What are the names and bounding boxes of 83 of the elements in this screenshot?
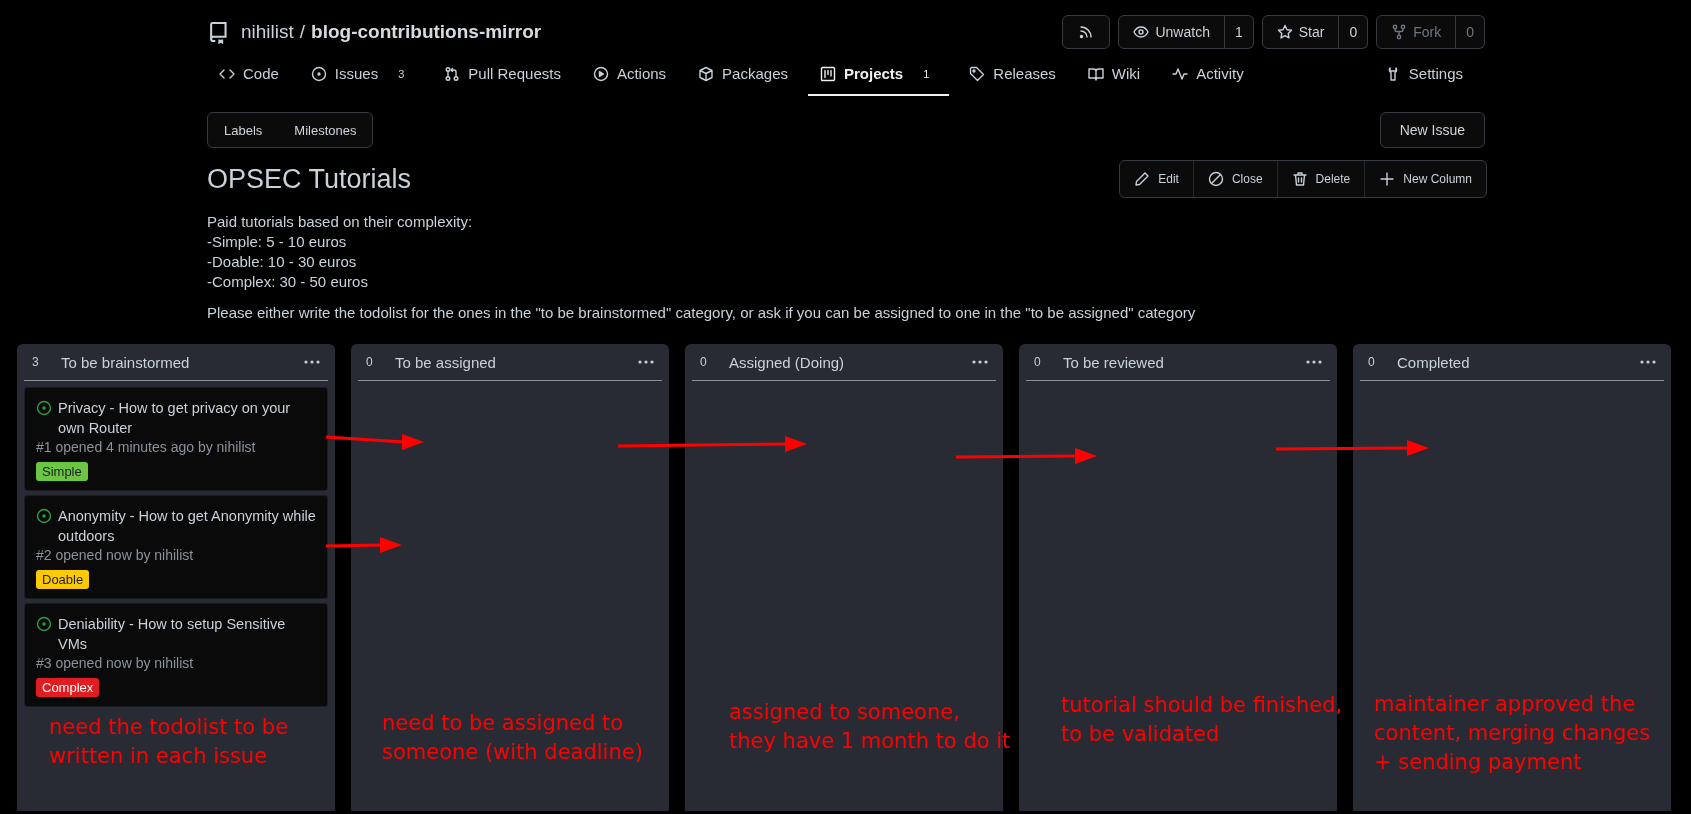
new-issue-button[interactable]: New Issue bbox=[1379, 112, 1485, 148]
column-count: 0 bbox=[700, 355, 708, 369]
eye-icon bbox=[1133, 24, 1150, 40]
more-icon[interactable] bbox=[638, 360, 654, 364]
nav-tab[interactable]: Releases bbox=[957, 53, 1068, 96]
counter: 0 bbox=[1456, 15, 1485, 49]
project-action-button[interactable]: Delete bbox=[1277, 161, 1366, 197]
column-count: 0 bbox=[1368, 355, 1376, 369]
column-title: To be reviewed bbox=[1063, 353, 1165, 371]
project-icon bbox=[820, 65, 836, 82]
play-icon bbox=[592, 65, 609, 82]
column-title: To be brainstormed bbox=[61, 353, 191, 371]
issue-meta: #3 opened now by nihilist bbox=[36, 655, 195, 671]
annotation-text: need to be assigned to someone (with deadline) bbox=[382, 710, 643, 766]
tag-icon bbox=[969, 65, 986, 82]
cancel-icon bbox=[1207, 171, 1224, 187]
path-separator: / bbox=[299, 21, 306, 43]
counter: 0 bbox=[1339, 15, 1369, 49]
nav-tab[interactable]: Issues 3 bbox=[298, 53, 425, 96]
fork-icon bbox=[1391, 24, 1408, 40]
repo-name[interactable]: blog-contributions-mirror bbox=[311, 21, 542, 43]
trash-icon bbox=[1291, 171, 1308, 187]
more-icon[interactable] bbox=[972, 360, 988, 364]
issue-title[interactable]: Privacy - How to get privacy on your own Router bbox=[58, 398, 317, 438]
issue-meta: #2 opened now by nihilist bbox=[36, 547, 195, 563]
star-icon bbox=[1276, 24, 1293, 40]
issue-label: Complex bbox=[36, 678, 100, 697]
nav-tab[interactable]: Settings bbox=[1372, 53, 1475, 96]
issue-title[interactable]: Deniability - How to setup Sensitive VMs bbox=[58, 614, 317, 654]
star-button[interactable]: Star bbox=[1261, 15, 1340, 49]
nav-tab[interactable]: Code bbox=[207, 53, 291, 96]
counter: 1 bbox=[1224, 15, 1254, 49]
issue-label: Simple bbox=[36, 462, 88, 481]
project-title: OPSEC Tutorials bbox=[207, 163, 412, 195]
annotation-text: need the todolist to be written in each issue bbox=[49, 714, 289, 770]
pencil-icon bbox=[1134, 171, 1151, 187]
nav-tab[interactable]: Actions bbox=[580, 53, 679, 96]
subnav-link[interactable]: Milestones bbox=[278, 113, 373, 147]
open-issue-icon bbox=[36, 400, 52, 416]
open-issue-icon bbox=[36, 616, 52, 632]
project-note: Please either write the todolist for the ones in the "to be brainstormed" category, or ask if you can be assigned to one in the "to be assigned" category bbox=[207, 304, 1197, 321]
watch-button[interactable]: Unwatch bbox=[1118, 15, 1225, 49]
nav-tab[interactable]: Wiki bbox=[1075, 53, 1153, 96]
open-issue-icon bbox=[36, 508, 52, 524]
pull-request-icon bbox=[444, 65, 461, 82]
issue-label: Doable bbox=[36, 570, 90, 589]
repo-owner[interactable]: nihilist bbox=[241, 21, 294, 43]
plus-icon bbox=[1379, 171, 1396, 187]
tab-counter: 3 bbox=[398, 67, 405, 80]
column-count: 0 bbox=[1034, 355, 1042, 369]
project-action-button[interactable]: Edit bbox=[1120, 161, 1194, 197]
issue-title[interactable]: Anonymity - How to get Anonymity while outdoors bbox=[58, 506, 317, 546]
nav-tab[interactable]: Projects 1 bbox=[808, 53, 950, 96]
more-icon[interactable] bbox=[1306, 360, 1322, 364]
repo-icon bbox=[207, 20, 229, 44]
tab-counter: 1 bbox=[923, 67, 930, 80]
pulse-icon bbox=[1172, 65, 1189, 82]
package-icon bbox=[698, 65, 715, 82]
rss-icon bbox=[1078, 24, 1095, 40]
column-title: Completed bbox=[1397, 353, 1471, 371]
project-action-button[interactable]: New Column bbox=[1365, 161, 1486, 197]
more-icon[interactable] bbox=[1640, 360, 1656, 364]
project-action-button[interactable]: Close bbox=[1193, 161, 1278, 197]
more-icon[interactable] bbox=[304, 360, 320, 364]
issue-icon bbox=[310, 65, 327, 82]
annotation-text: tutorial should be finished, to be validated bbox=[1061, 692, 1343, 748]
issue-card[interactable]: Deniability - How to setup Sensitive VMs #3 opened now by nihilist Complex bbox=[24, 603, 328, 707]
nav-tab[interactable]: Pull Requests bbox=[432, 53, 573, 96]
issue-card[interactable]: Privacy - How to get privacy on your own Router #1 opened 4 minutes ago by nihilist Simple bbox=[24, 387, 328, 491]
column-title: Assigned (Doing) bbox=[729, 353, 846, 371]
subnav-link[interactable]: Labels bbox=[208, 113, 279, 147]
nav-tab[interactable]: Activity bbox=[1160, 53, 1256, 96]
issue-meta: #1 opened 4 minutes ago by nihilist bbox=[36, 439, 257, 455]
column-count: 0 bbox=[366, 355, 374, 369]
column-title: To be assigned bbox=[395, 353, 497, 371]
project-description: Paid tutorials based on their complexity: -Simple: 5 - 10 euros -Doable: 10 - 30 euros -Complex: 30 - 50 euros bbox=[207, 212, 474, 292]
annotation-text: assigned to someone, they have 1 month to do it bbox=[729, 699, 1011, 755]
column-count: 3 bbox=[32, 355, 40, 369]
issue-card[interactable]: Anonymity - How to get Anonymity while outdoors #2 opened now by nihilist Doable bbox=[24, 495, 328, 599]
nav-tab[interactable]: Packages bbox=[686, 53, 800, 96]
book-icon bbox=[1087, 65, 1104, 82]
annotation-text: maintainer approved the content, merging changes + sending payment bbox=[1374, 691, 1651, 776]
feed-button[interactable] bbox=[1062, 15, 1111, 49]
